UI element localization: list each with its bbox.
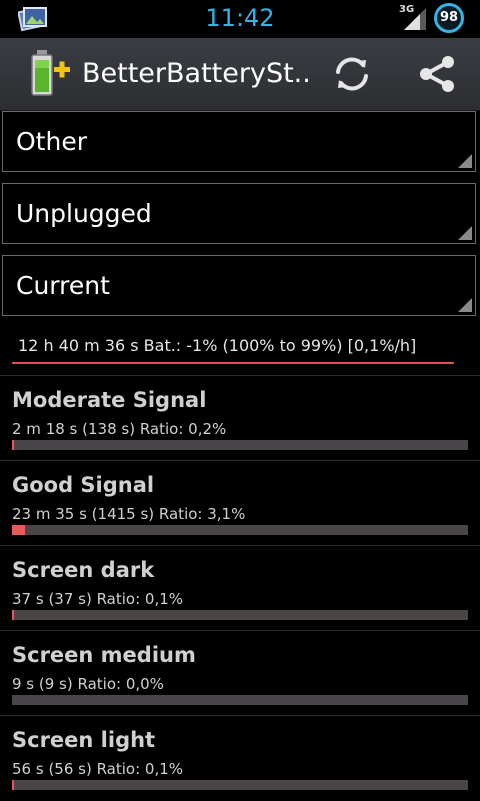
summary-text: 12 h 40 m 36 s Bat.: -1% (100% to 99%) [… — [18, 336, 417, 355]
stat-title: Screen dark — [12, 558, 155, 582]
ratio-bar — [12, 695, 468, 705]
stat-title: Screen medium — [12, 643, 196, 667]
stat-detail: 2 m 18 s (138 s) Ratio: 0,2% — [12, 420, 227, 438]
dropdown-arrow-icon — [458, 226, 472, 240]
ratio-bar-fill — [12, 440, 14, 450]
reference-from-spinner[interactable]: Unplugged — [2, 183, 476, 244]
ratio-bar-fill — [12, 525, 25, 535]
dropdown-arrow-icon — [458, 154, 472, 168]
ratio-bar-fill — [12, 610, 14, 620]
stat-detail: 37 s (37 s) Ratio: 0,1% — [12, 590, 184, 608]
summary-divider — [12, 362, 454, 364]
spinner-label: Current — [16, 271, 110, 300]
stat-detail: 56 s (56 s) Ratio: 0,1% — [12, 760, 184, 778]
reference-to-spinner[interactable]: Current — [2, 255, 476, 316]
ratio-bar — [12, 780, 468, 790]
stat-detail: 9 s (9 s) Ratio: 0,0% — [12, 675, 164, 693]
spinner-label: Unplugged — [16, 199, 152, 228]
ratio-bar-fill — [12, 780, 14, 790]
ratio-bar — [12, 440, 468, 450]
battery-level-badge: 98 — [434, 3, 464, 33]
list-item[interactable]: Screen medium 9 s (9 s) Ratio: 0,0% — [0, 631, 480, 716]
share-icon[interactable] — [413, 50, 461, 98]
dropdown-arrow-icon — [458, 298, 472, 312]
stat-title: Screen light — [12, 728, 156, 752]
stat-title: Moderate Signal — [12, 388, 207, 412]
signal-strength-icon — [404, 8, 426, 30]
spinner-label: Other — [16, 127, 87, 156]
battery-plus-icon — [31, 50, 70, 96]
list-item[interactable]: Screen dark 37 s (37 s) Ratio: 0,1% — [0, 546, 480, 631]
app-title: BetterBatterySt.. — [82, 58, 311, 89]
ratio-bar — [12, 610, 468, 620]
list-item[interactable]: Good Signal 23 m 35 s (1415 s) Ratio: 3,… — [0, 461, 480, 546]
stat-title: Good Signal — [12, 473, 155, 497]
summary: 12 h 40 m 36 s Bat.: -1% (100% to 99%) [… — [0, 330, 480, 374]
status-bar: 11:42 3G 98 — [0, 0, 480, 38]
action-bar: BetterBatterySt.. — [0, 38, 480, 111]
refresh-icon[interactable] — [328, 50, 376, 98]
list-item[interactable]: Moderate Signal 2 m 18 s (138 s) Ratio: … — [0, 376, 480, 461]
list-item[interactable]: Screen light 56 s (56 s) Ratio: 0,1% — [0, 716, 480, 801]
stat-type-spinner[interactable]: Other — [2, 111, 476, 172]
ratio-bar — [12, 525, 468, 535]
stat-detail: 23 m 35 s (1415 s) Ratio: 3,1% — [12, 505, 246, 523]
